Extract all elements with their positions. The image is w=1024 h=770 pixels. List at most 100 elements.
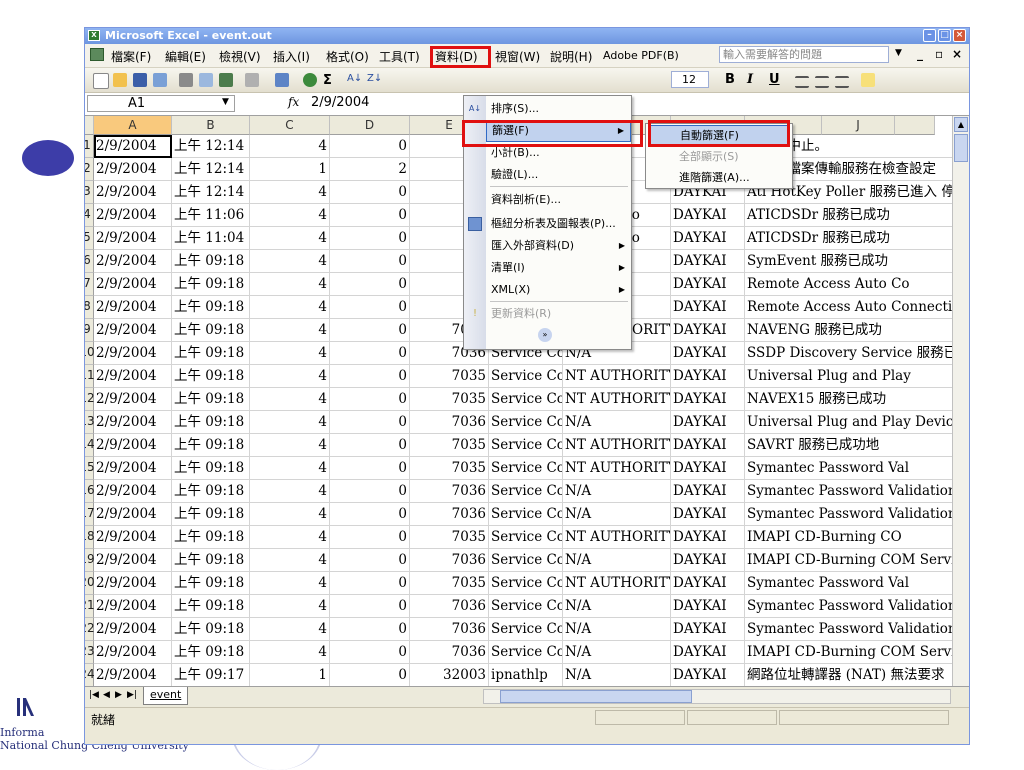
cell-C20[interactable]: 4 bbox=[250, 572, 330, 595]
cell-I17[interactable]: Symantec Password Validation Serv bbox=[745, 503, 969, 526]
save-icon[interactable] bbox=[133, 73, 147, 87]
menu-tools[interactable]: 工具(T) bbox=[379, 48, 420, 65]
cell-I14[interactable]: SAVRT 服務已成功地 bbox=[745, 434, 955, 457]
cell-A6[interactable]: 2/9/2004 bbox=[94, 250, 172, 273]
cell-A22[interactable]: 2/9/2004 bbox=[94, 618, 172, 641]
column-header-A[interactable]: A bbox=[94, 116, 172, 135]
cell-I11[interactable]: Universal Plug and Play bbox=[745, 365, 955, 388]
cell-H16[interactable]: DAYKAI bbox=[671, 480, 745, 503]
cell-A19[interactable]: 2/9/2004 bbox=[94, 549, 172, 572]
cell-E24[interactable]: 32003 bbox=[410, 664, 489, 687]
name-box-dropdown-icon[interactable]: ▼ bbox=[222, 97, 229, 107]
data-menu-item-8[interactable]: XML(X) ▶ bbox=[486, 279, 631, 301]
data-menu-item-4[interactable]: 資料剖析(E)... bbox=[486, 189, 631, 211]
cell-G24[interactable]: N/A bbox=[563, 664, 671, 687]
cell-B4[interactable]: 上午 11:06 bbox=[172, 204, 250, 227]
data-menu-item-9[interactable]: 更新資料(R) bbox=[486, 303, 631, 325]
cell-B1[interactable]: 上午 12:14 bbox=[172, 135, 250, 158]
cell-D21[interactable]: 0 bbox=[330, 595, 410, 618]
cell-A9[interactable]: 2/9/2004 bbox=[94, 319, 172, 342]
cell-A1[interactable]: 2/9/2004 bbox=[94, 135, 172, 158]
cell-D15[interactable]: 0 bbox=[330, 457, 410, 480]
minimize-button[interactable]: – bbox=[923, 29, 936, 42]
cell-C3[interactable]: 4 bbox=[250, 181, 330, 204]
cell-C8[interactable]: 4 bbox=[250, 296, 330, 319]
cell-F13[interactable]: Service Co bbox=[489, 411, 563, 434]
cell-A13[interactable]: 2/9/2004 bbox=[94, 411, 172, 434]
cell-B2[interactable]: 上午 12:14 bbox=[172, 158, 250, 181]
cell-C18[interactable]: 4 bbox=[250, 526, 330, 549]
cell-F15[interactable]: Service Co bbox=[489, 457, 563, 480]
cell-D19[interactable]: 0 bbox=[330, 549, 410, 572]
undo-icon[interactable] bbox=[275, 73, 289, 87]
cell-D3[interactable]: 0 bbox=[330, 181, 410, 204]
cell-D9[interactable]: 0 bbox=[330, 319, 410, 342]
underline-button[interactable]: U bbox=[769, 72, 780, 87]
data-menu-item-6[interactable]: 匯入外部資料(D) ▶ bbox=[486, 235, 631, 257]
cell-C14[interactable]: 4 bbox=[250, 434, 330, 457]
cell-G19[interactable]: N/A bbox=[563, 549, 671, 572]
doc-close-icon[interactable]: × bbox=[952, 47, 962, 61]
cell-C13[interactable]: 4 bbox=[250, 411, 330, 434]
cell-E12[interactable]: 7035 bbox=[410, 388, 489, 411]
cell-C21[interactable]: 4 bbox=[250, 595, 330, 618]
next-sheet-icon[interactable]: ▶ bbox=[115, 690, 122, 700]
italic-button[interactable]: I bbox=[747, 72, 753, 87]
cell-B21[interactable]: 上午 09:18 bbox=[172, 595, 250, 618]
cell-A5[interactable]: 2/9/2004 bbox=[94, 227, 172, 250]
cell-E22[interactable]: 7036 bbox=[410, 618, 489, 641]
cell-I6[interactable]: SymEvent 服務已成功 bbox=[745, 250, 955, 273]
data-menu-item-3[interactable]: 驗證(L)... bbox=[486, 164, 631, 186]
menu-file[interactable]: 檔案(F) bbox=[111, 48, 151, 65]
cell-A11[interactable]: 2/9/2004 bbox=[94, 365, 172, 388]
cell-G23[interactable]: N/A bbox=[563, 641, 671, 664]
cell-F19[interactable]: Service Co bbox=[489, 549, 563, 572]
cell-I13[interactable]: Universal Plug and Play Device Ho bbox=[745, 411, 969, 434]
cell-B3[interactable]: 上午 12:14 bbox=[172, 181, 250, 204]
cell-A18[interactable]: 2/9/2004 bbox=[94, 526, 172, 549]
cell-B19[interactable]: 上午 09:18 bbox=[172, 549, 250, 572]
cell-C2[interactable]: 1 bbox=[250, 158, 330, 181]
cell-I22[interactable]: Symantec Password Validation Serv bbox=[745, 618, 969, 641]
cell-A7[interactable]: 2/9/2004 bbox=[94, 273, 172, 296]
spelling-icon[interactable] bbox=[219, 73, 233, 87]
cell-D2[interactable]: 2 bbox=[330, 158, 410, 181]
ask-question-input[interactable]: 輸入需要解答的問題 bbox=[719, 46, 889, 63]
cell-B8[interactable]: 上午 09:18 bbox=[172, 296, 250, 319]
cell-D18[interactable]: 0 bbox=[330, 526, 410, 549]
data-menu-item-0[interactable]: 排序(S)... bbox=[486, 98, 631, 120]
align-right-icon[interactable] bbox=[835, 76, 849, 88]
column-header-J[interactable]: J bbox=[822, 116, 895, 135]
cell-B14[interactable]: 上午 09:18 bbox=[172, 434, 250, 457]
cell-A15[interactable]: 2/9/2004 bbox=[94, 457, 172, 480]
cell-C5[interactable]: 4 bbox=[250, 227, 330, 250]
menu-edit[interactable]: 編輯(E) bbox=[165, 48, 206, 65]
filter-submenu-item-2[interactable]: 進階篩選(A)... bbox=[648, 167, 790, 188]
menu-window[interactable]: 視窗(W) bbox=[495, 48, 540, 65]
cell-H12[interactable]: DAYKAI bbox=[671, 388, 745, 411]
doc-minimize-icon[interactable]: _ bbox=[917, 47, 923, 61]
column-header-C[interactable]: C bbox=[250, 116, 330, 135]
cell-F17[interactable]: Service Co bbox=[489, 503, 563, 526]
cell-A24[interactable]: 2/9/2004 bbox=[94, 664, 172, 687]
cell-C16[interactable]: 4 bbox=[250, 480, 330, 503]
cell-A8[interactable]: 2/9/2004 bbox=[94, 296, 172, 319]
data-menu-item-5[interactable]: 樞紐分析表及圖報表(P)... bbox=[486, 213, 631, 235]
cell-D7[interactable]: 0 bbox=[330, 273, 410, 296]
autosum-icon[interactable]: Σ bbox=[323, 73, 337, 88]
cell-I21[interactable]: Symantec Password Validation Serv bbox=[745, 595, 969, 618]
cell-A10[interactable]: 2/9/2004 bbox=[94, 342, 172, 365]
cell-D5[interactable]: 0 bbox=[330, 227, 410, 250]
cell-H17[interactable]: DAYKAI bbox=[671, 503, 745, 526]
paste-icon[interactable] bbox=[245, 73, 259, 87]
cell-D14[interactable]: 0 bbox=[330, 434, 410, 457]
cell-D22[interactable]: 0 bbox=[330, 618, 410, 641]
vertical-scrollbar[interactable]: ▲ bbox=[952, 116, 969, 686]
cell-H20[interactable]: DAYKAI bbox=[671, 572, 745, 595]
select-all-corner[interactable] bbox=[85, 116, 94, 135]
cell-D1[interactable]: 0 bbox=[330, 135, 410, 158]
cell-A12[interactable]: 2/9/2004 bbox=[94, 388, 172, 411]
cell-C22[interactable]: 4 bbox=[250, 618, 330, 641]
cell-G18[interactable]: NT AUTHORITY\SYS bbox=[563, 526, 671, 549]
cell-B10[interactable]: 上午 09:18 bbox=[172, 342, 250, 365]
